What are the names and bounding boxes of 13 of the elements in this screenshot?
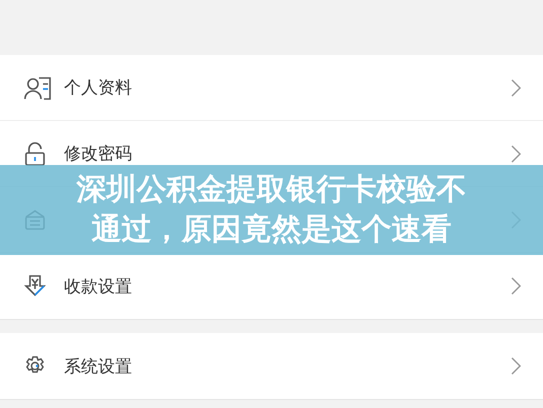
row-label: 个人资料: [64, 77, 133, 99]
row-label: 系统设置: [64, 356, 133, 378]
chevron-icon: [511, 357, 521, 375]
yuan-download-icon: [24, 275, 46, 297]
chevron-icon: [511, 277, 521, 295]
chevron-icon: [511, 144, 521, 162]
banner-title: 通过，原因竟然是这个速看: [92, 211, 452, 249]
row-label: 修改密码: [64, 143, 133, 165]
banner-title: 深圳公积金提取银行卡校验不: [76, 171, 466, 209]
row-label: 收款设置: [64, 276, 133, 298]
profile-card-icon: [24, 76, 52, 100]
lock-icon: [24, 142, 46, 166]
chevron-icon: [511, 78, 521, 96]
